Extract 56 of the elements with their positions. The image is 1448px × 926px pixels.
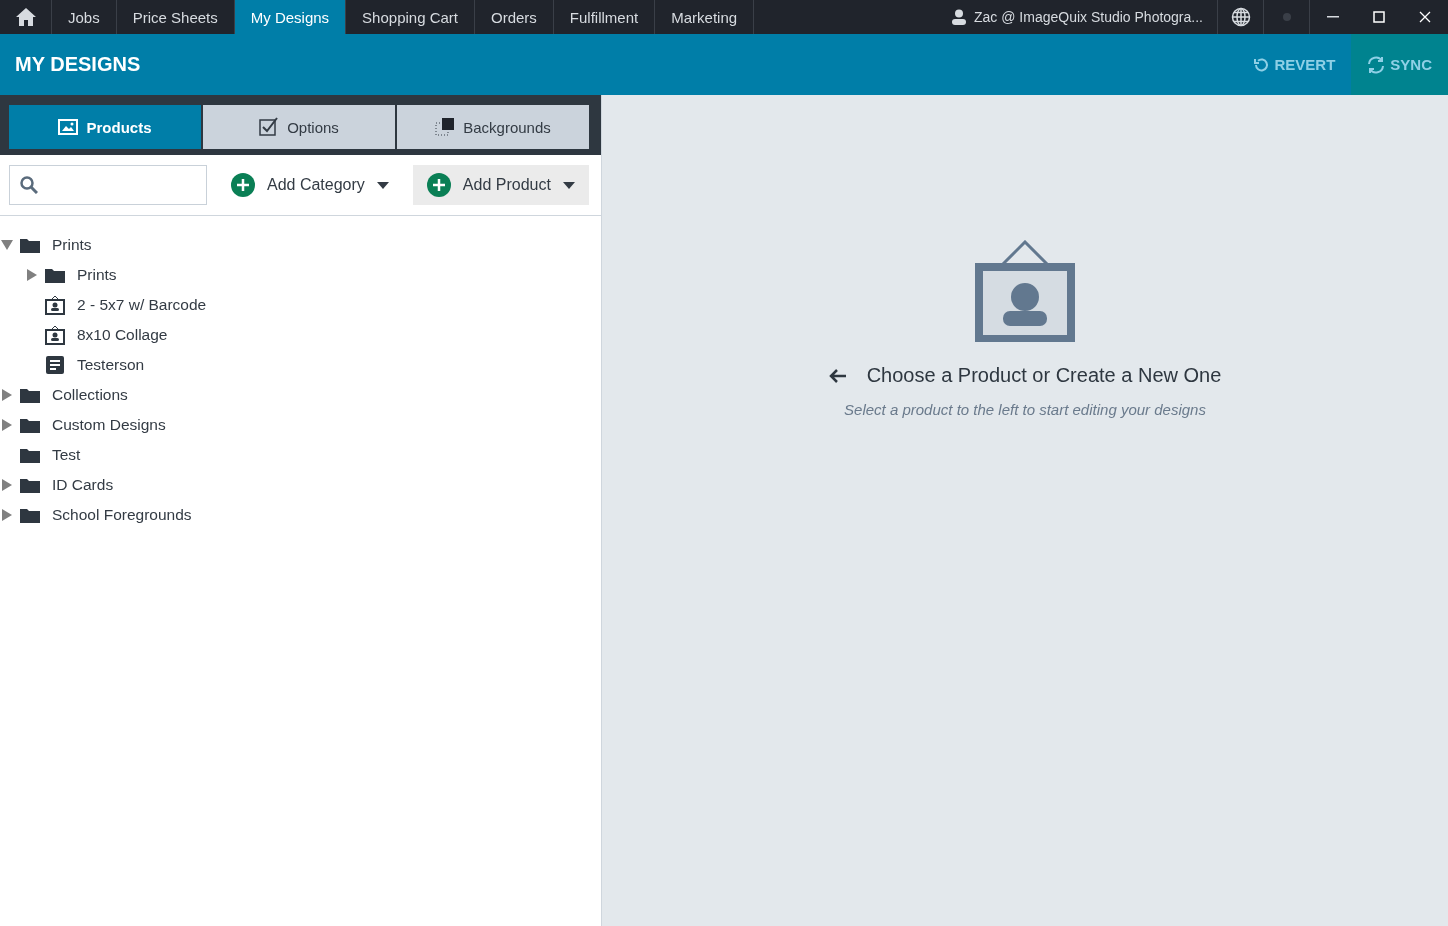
caret-icon xyxy=(376,181,389,189)
folder-icon xyxy=(20,507,40,523)
undo-icon xyxy=(1253,56,1270,73)
refresh-icon xyxy=(1367,55,1386,74)
search-field[interactable] xyxy=(9,165,207,205)
maximize-icon xyxy=(1373,11,1385,23)
plus-circle-icon xyxy=(231,173,255,197)
layers-icon xyxy=(435,117,456,137)
collapsed-triangle-icon[interactable] xyxy=(2,419,12,431)
panel-tab[interactable]: Products xyxy=(9,105,201,149)
left-arrow-icon xyxy=(828,368,847,383)
folder-icon xyxy=(20,237,40,253)
document-icon xyxy=(45,355,65,375)
dot-icon xyxy=(1282,13,1291,21)
panel-tab[interactable]: Backgrounds xyxy=(397,105,589,149)
add-category-button[interactable]: Add Category xyxy=(217,165,403,205)
close-icon xyxy=(1419,11,1431,23)
expanded-triangle-icon[interactable] xyxy=(1,240,13,250)
folder-icon xyxy=(20,417,40,433)
collapsed-triangle-icon[interactable] xyxy=(27,269,37,281)
tree-item-label[interactable]: School Foregrounds xyxy=(52,506,192,524)
checkbox-icon xyxy=(259,117,280,137)
framed-portrait-icon xyxy=(45,325,65,345)
collapsed-triangle-icon[interactable] xyxy=(2,509,12,521)
panel-tab[interactable]: Options xyxy=(203,105,395,149)
framed-portrait-icon xyxy=(45,295,65,315)
folder-icon xyxy=(20,447,40,463)
empty-state-title: Choose a Product or Create a New One xyxy=(866,364,1222,387)
tree-item-label[interactable]: Testerson xyxy=(77,356,145,374)
user-icon xyxy=(952,9,966,25)
tree-item-label[interactable]: ID Cards xyxy=(52,476,114,494)
tree-item-label[interactable]: 2 - 5x7 w/ Barcode xyxy=(77,296,207,314)
folder-icon xyxy=(20,387,40,403)
folder-icon xyxy=(45,267,65,283)
nav-tab[interactable]: My Designs xyxy=(234,0,347,34)
page-title: MY DESIGNS xyxy=(15,53,142,76)
tree-item-label[interactable]: Collections xyxy=(52,386,128,404)
empty-state-subtitle: Select a product to the left to start editing your designs xyxy=(844,401,1206,418)
collapsed-triangle-icon[interactable] xyxy=(2,389,12,401)
tree-item-label[interactable]: Prints xyxy=(52,236,92,254)
plus-circle-icon xyxy=(426,173,451,197)
caret-icon xyxy=(562,181,575,189)
search-icon xyxy=(20,176,38,194)
folder-icon xyxy=(20,477,40,493)
tree-item-label[interactable]: 8x10 Collage xyxy=(77,326,168,344)
tree-item-label[interactable]: Prints xyxy=(77,266,117,284)
tree-item-label[interactable]: Test xyxy=(52,446,81,464)
user-name[interactable]: Zac @ ImageQuix Studio Photogra... xyxy=(974,9,1203,25)
tree-item-label[interactable]: Custom Designs xyxy=(52,416,166,434)
home-icon xyxy=(15,8,36,26)
minimize-icon xyxy=(1327,16,1339,18)
image-icon xyxy=(58,119,79,135)
add-product-button[interactable]: Add Product xyxy=(412,165,589,205)
framed-portrait-icon xyxy=(975,240,1075,342)
collapsed-triangle-icon[interactable] xyxy=(2,479,12,491)
globe-icon xyxy=(1230,7,1251,27)
